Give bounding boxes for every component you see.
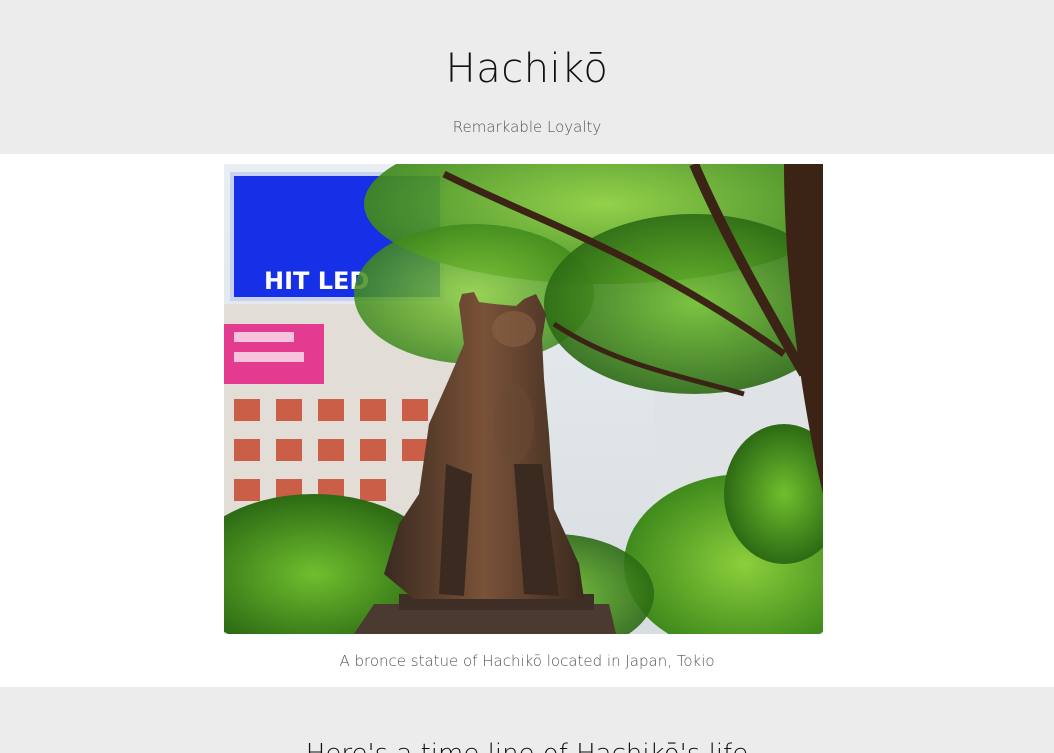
- image-figure: HIT LED A bronce statue of Hachikō locat…: [0, 154, 1054, 687]
- statue-photo-illustration: HIT LED: [224, 164, 823, 634]
- page-title: Hachikō: [445, 46, 609, 92]
- timeline-section: Here's a time line of Hachikō's life: [0, 687, 1054, 753]
- statue-photo: HIT LED: [224, 164, 823, 634]
- image-caption: A bronce statue of Hachikō located in Ja…: [339, 652, 715, 670]
- timeline-heading: Here's a time line of Hachikō's life: [0, 739, 1054, 753]
- page-subtitle: Remarkable Loyalty: [452, 118, 602, 136]
- billboard-text: HIT LED: [264, 267, 369, 295]
- page-header: Hachikō Remarkable Loyalty: [0, 0, 1054, 154]
